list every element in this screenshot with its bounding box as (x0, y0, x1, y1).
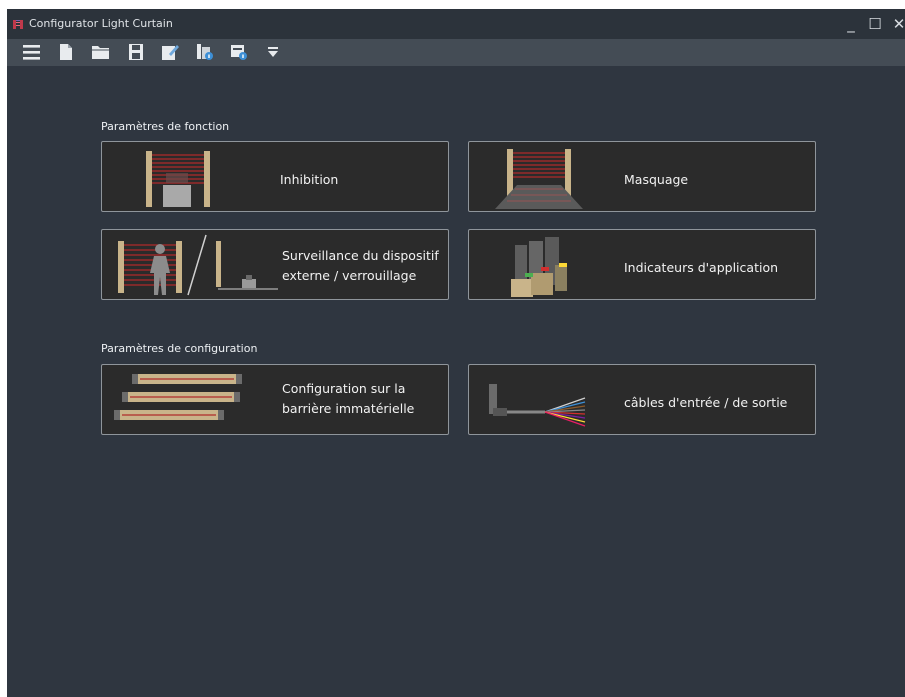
more-button[interactable] (263, 42, 285, 62)
minimize-button[interactable]: _ (843, 15, 859, 33)
open-folder-icon (92, 46, 109, 59)
menu-button[interactable] (21, 42, 43, 62)
toolbar (7, 39, 905, 66)
edm-restart-interlock-icon (118, 234, 278, 296)
light-curtain-config-label: Configuration sur la barrière immatériel… (282, 381, 415, 416)
edit-button[interactable] (159, 42, 181, 62)
io-cables-icon (489, 384, 586, 427)
blanking-label: Masquage (624, 172, 689, 187)
info-icon (197, 44, 213, 60)
edm-interlock-label: Surveillance du dispositif externe / ver… (282, 248, 439, 283)
new-file-icon (60, 44, 72, 60)
open-folder-button[interactable] (90, 42, 112, 62)
title-bar: Configurator Light Curtain _ ☐ ✕ (7, 9, 905, 39)
save-icon (129, 44, 143, 60)
io-cables-tile[interactable]: câbles d'entrée / de sortie (468, 364, 816, 435)
edm-interlock-tile[interactable]: Surveillance du dispositif externe / ver… (101, 229, 449, 300)
io-cables-label: câbles d'entrée / de sortie (624, 395, 788, 410)
application-indicators-tile[interactable]: Indicateurs d'application (468, 229, 816, 300)
configuration-parameters-heading: Paramètres de configuration (101, 342, 258, 355)
window-title: Configurator Light Curtain (29, 17, 173, 30)
app-logo-icon (13, 20, 23, 29)
new-file-button[interactable] (55, 42, 77, 62)
function-parameters-heading: Paramètres de fonction (101, 120, 230, 133)
save-button[interactable] (125, 42, 147, 62)
application-indicators-icon (511, 237, 567, 297)
muting-tile[interactable]: Inhibition (101, 141, 449, 212)
close-button[interactable]: ✕ (891, 15, 905, 33)
menu-icon (23, 45, 40, 60)
info-button[interactable] (194, 42, 216, 62)
blanking-tile[interactable]: Masquage (468, 141, 816, 212)
maximize-button[interactable]: ☐ (867, 15, 883, 33)
light-curtain-config-icon (114, 374, 242, 420)
dropdown-arrow-icon (268, 47, 278, 57)
app-window: Configurator Light Curtain _ ☐ ✕ Paramèt… (7, 9, 905, 697)
muting-label: Inhibition (280, 172, 339, 187)
edit-icon (162, 45, 179, 60)
device-info-button[interactable] (228, 42, 250, 62)
application-indicators-label: Indicateurs d'application (624, 260, 779, 275)
muting-icon (146, 151, 210, 207)
device-info-icon (231, 45, 247, 60)
blanking-icon (495, 149, 583, 209)
light-curtain-config-tile[interactable]: Configuration sur la barrière immatériel… (101, 364, 449, 435)
